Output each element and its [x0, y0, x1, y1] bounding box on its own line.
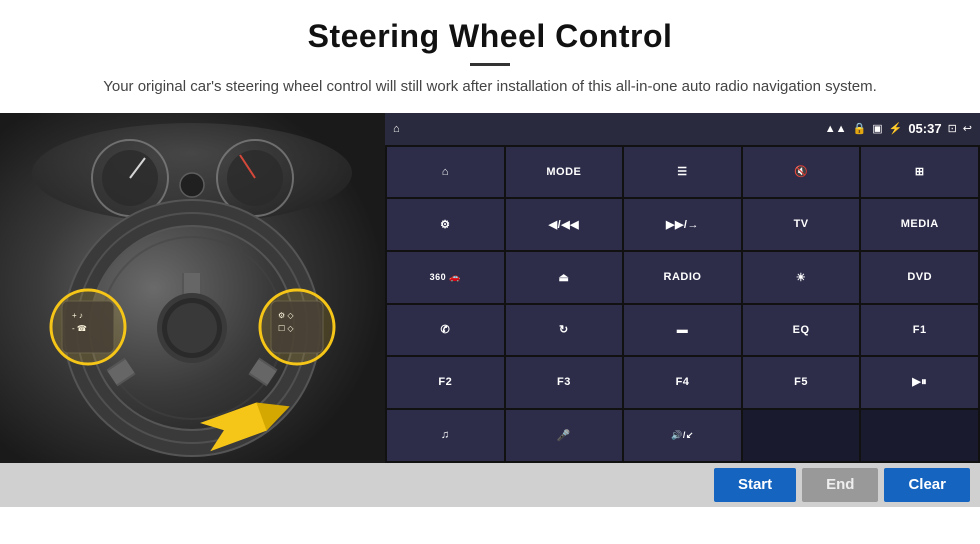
tv-button[interactable]: TV	[743, 199, 860, 250]
360-button[interactable]: 360 🚗	[387, 252, 504, 303]
empty-btn-1	[743, 410, 860, 461]
menu-button[interactable]: ☰	[624, 147, 741, 198]
mode-button[interactable]: MODE	[506, 147, 623, 198]
car-image: + ♪ - ☎ ⚙ ◇ ☐ ◇	[0, 113, 385, 463]
f5-button[interactable]: F5	[743, 357, 860, 408]
button-grid: ⌂ MODE ☰ 🔇 ⊞ ⚙ ◀/◀◀ ▶▶/→ TV MEDIA 360 🚗 …	[385, 145, 980, 463]
action-bar: Start End Clear	[0, 463, 980, 507]
clear-button[interactable]: Clear	[884, 468, 970, 502]
title-divider	[470, 63, 510, 66]
mic-button[interactable]: 🎤	[506, 410, 623, 461]
home-button[interactable]: ⌂	[387, 147, 504, 198]
status-left: ⌂	[393, 123, 400, 135]
eq-button[interactable]: EQ	[743, 305, 860, 356]
wifi-icon: ▲▲	[825, 123, 847, 135]
music-button[interactable]: ♫	[387, 410, 504, 461]
home-icon: ⌂	[393, 123, 400, 135]
settings-button[interactable]: ⚙	[387, 199, 504, 250]
next-button[interactable]: ▶▶/→	[624, 199, 741, 250]
f3-button[interactable]: F3	[506, 357, 623, 408]
start-button[interactable]: Start	[714, 468, 796, 502]
back-icon: ↩	[963, 122, 972, 135]
brightness-button[interactable]: ☀	[743, 252, 860, 303]
sound-hangup-button[interactable]: 🔊/↙	[624, 410, 741, 461]
media-button[interactable]: MEDIA	[861, 199, 978, 250]
status-right: ▲▲ 🔒 ▣ ⚡ 05:37 ⊡ ↩	[825, 121, 972, 136]
status-time: 05:37	[908, 121, 941, 136]
header-description: Your original car's steering wheel contr…	[40, 76, 940, 99]
dvd-button[interactable]: DVD	[861, 252, 978, 303]
phone-button[interactable]: ✆	[387, 305, 504, 356]
playpause-button[interactable]: ▶⏸	[861, 357, 978, 408]
main-content: + ♪ - ☎ ⚙ ◇ ☐ ◇ ⌂	[0, 113, 980, 463]
status-bar: ⌂ ▲▲ 🔒 ▣ ⚡ 05:37 ⊡ ↩	[385, 113, 980, 145]
radio-interface: ⌂ ▲▲ 🔒 ▣ ⚡ 05:37 ⊡ ↩ ⌂ MODE ☰ 🔇 ⊞ ⚙ ◀/◀◀	[385, 113, 980, 463]
page-header: Steering Wheel Control Your original car…	[0, 0, 980, 109]
lock-icon: 🔒	[853, 122, 867, 135]
end-button[interactable]: End	[802, 468, 878, 502]
loop-button[interactable]: ↻	[506, 305, 623, 356]
eject-button[interactable]: ⏏	[506, 252, 623, 303]
f4-button[interactable]: F4	[624, 357, 741, 408]
page-title: Steering Wheel Control	[40, 18, 940, 55]
mirror-icon: ⊡	[948, 122, 957, 135]
mute-button[interactable]: 🔇	[743, 147, 860, 198]
f1-button[interactable]: F1	[861, 305, 978, 356]
apps-button[interactable]: ⊞	[861, 147, 978, 198]
empty-btn-2	[861, 410, 978, 461]
bt-icon: ⚡	[889, 122, 903, 135]
sim-icon: ▣	[872, 122, 882, 135]
radio-button[interactable]: RADIO	[624, 252, 741, 303]
prev-button[interactable]: ◀/◀◀	[506, 199, 623, 250]
rect-button[interactable]: ▬	[624, 305, 741, 356]
f2-button[interactable]: F2	[387, 357, 504, 408]
